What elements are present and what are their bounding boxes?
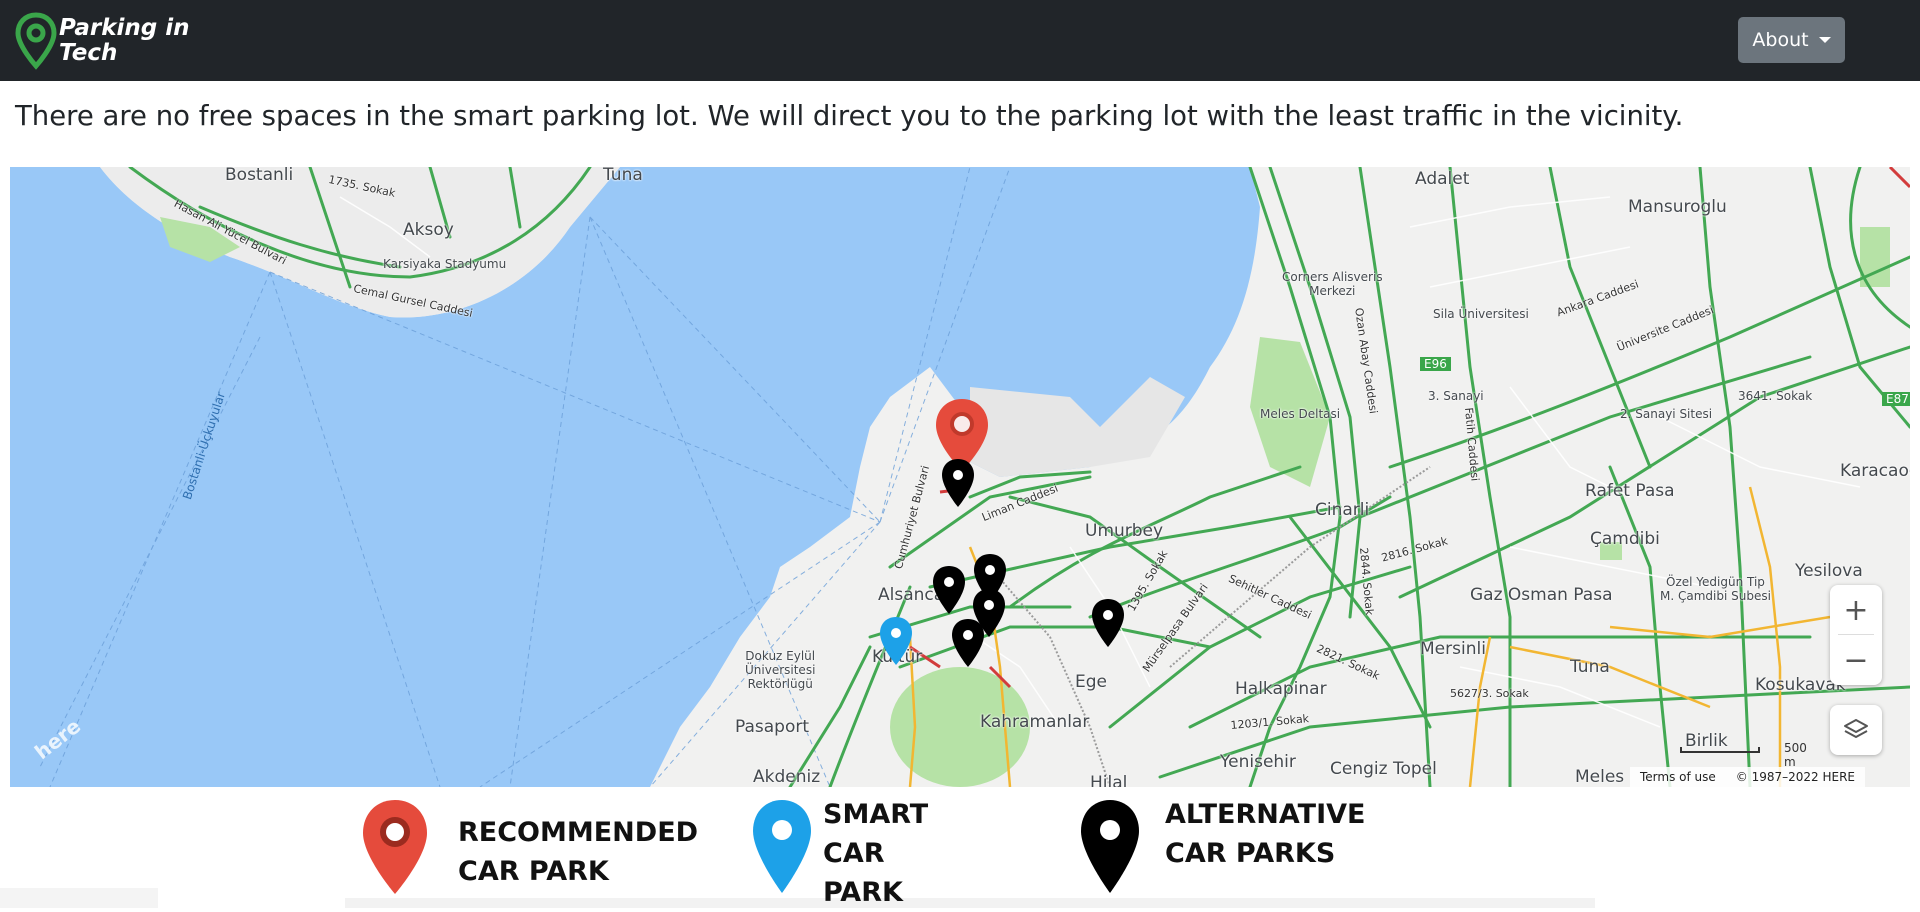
map-label: Meles [1575,767,1625,787]
map-label: E96 [1420,357,1451,371]
map-label: Umurbey [1085,521,1164,541]
map-label: Mersinli [1420,639,1486,659]
map-label: Bostanli [225,167,294,185]
map-label: Adalet [1415,169,1470,189]
map-copyright: © 1987–2022 HERE [1735,770,1856,784]
smart-car-park-marker[interactable] [878,615,914,667]
map-label: Yesilova [1795,561,1863,581]
location-pin-icon [15,12,57,70]
map-label: Rafet Pasa [1585,481,1675,501]
navbar: Parking in Tech About [0,0,1920,81]
map-label: Tuna [603,167,643,185]
brand[interactable]: Parking in Tech [15,12,190,70]
map-label: E87 [1882,392,1910,406]
zoom-in-button[interactable]: + [1830,585,1882,635]
brand-name: Parking in Tech [59,15,190,66]
map-label: Karsiyaka Stadyumu [383,257,507,271]
layers-icon [1844,719,1868,738]
map-label: Meles Deltasi [1260,407,1341,421]
map-label: 3641. Sokak [1738,389,1813,403]
smart-pin-icon [753,800,811,893]
map-label: Yenisehir [1220,752,1296,772]
map-label: 3. Sanayi [1428,389,1484,403]
legend: RECOMMENDED CAR PARK SMART CAR PARK ALTE… [345,789,1595,908]
status-message: There are no free spaces in the smart pa… [15,100,1684,132]
alternative-car-park-marker[interactable] [1090,597,1126,649]
legend-label-smart: SMART CAR PARK [823,799,929,908]
map-label: Cinarli [1315,500,1370,520]
map-label: Tuna [1570,657,1610,677]
recommended-pin-icon [363,800,427,894]
map-label: 2. Sanayi Sitesi [1620,407,1713,421]
map-label: Kahramanlar [980,712,1090,732]
map-footer: Terms of use © 1987–2022 HERE [1630,767,1866,787]
map-label: Özel Yedigün Tip M. Çamdibi Subesi [1660,575,1771,603]
map-label: Dokuz Eylül Üniversitesi Rektörlügü [745,649,816,691]
layers-button[interactable] [1830,705,1882,755]
scale-label: 500 m [1784,741,1807,769]
legend-label-alternative: ALTERNATIVE CAR PARKS [1165,799,1366,869]
chevron-down-icon [1818,37,1831,43]
alternative-car-park-marker[interactable] [940,457,976,509]
map-label: Hilal [1090,773,1128,787]
map-label: Mansuroglu [1628,197,1727,217]
terms-link[interactable]: Terms of use [1640,770,1716,784]
about-label: About [1752,29,1809,51]
map-label: Cengiz Topel [1330,759,1437,779]
alternative-car-park-marker[interactable] [931,564,967,616]
map-label: Halkapinar [1235,679,1327,699]
map-label: Gaz Osman Pasa [1470,585,1613,605]
map[interactable]: Bostanli Tuna Aksoy Karsiyaka Stadyumu H… [10,167,1910,787]
map-label: Sila Üniversitesi [1433,307,1529,321]
alternative-car-park-marker[interactable] [950,617,986,669]
map-label: Aksoy [403,220,454,240]
zoom-control: + − [1830,585,1882,685]
map-label: Corners Alisveris Merkezi [1282,270,1383,298]
map-label: 5627/3. Sokak [1450,687,1529,700]
about-dropdown-button[interactable]: About [1738,17,1845,63]
map-label: Karacaogl [1840,461,1910,481]
map-label: Çamdibi [1590,529,1660,549]
legend-label-recommended: RECOMMENDED CAR PARK [458,817,699,887]
scale-bar [1680,747,1760,753]
map-label: Ege [1075,672,1107,692]
map-label: Akdeniz [753,767,821,787]
zoom-out-button[interactable]: − [1830,635,1882,685]
alternative-pin-icon [1081,800,1139,893]
map-label: Pasaport [735,717,810,737]
status-corner [0,888,158,908]
